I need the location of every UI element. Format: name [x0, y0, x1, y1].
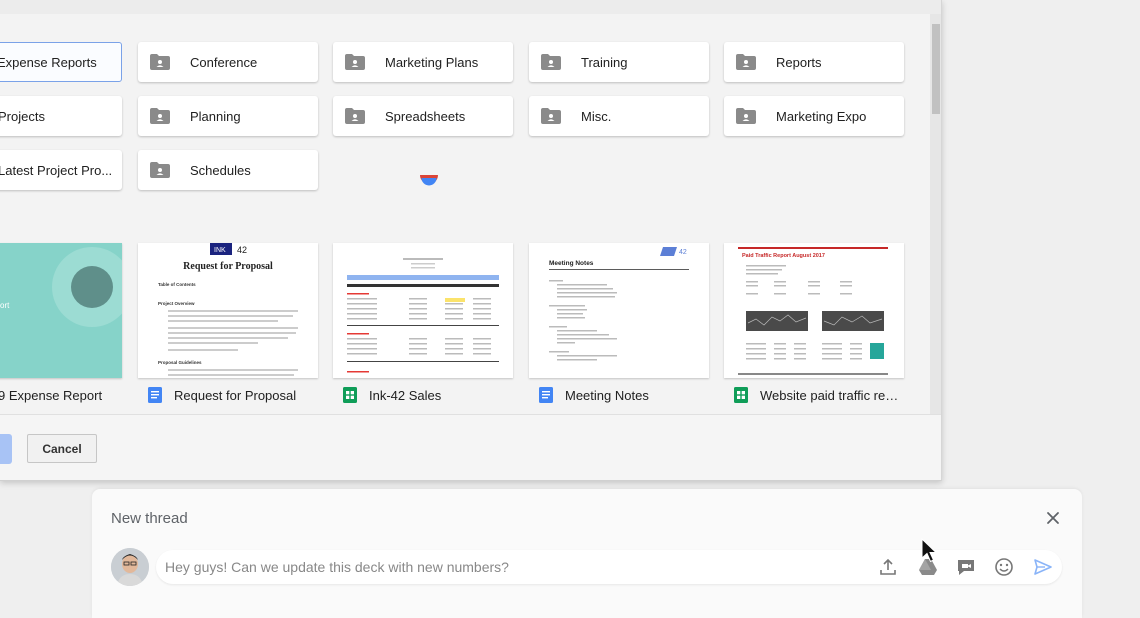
file-name: Website paid traffic rep... [760, 387, 900, 403]
file-thumbnail: ort [0, 243, 122, 378]
message-input[interactable]: Hey guys! Can we update this deck with n… [165, 559, 509, 575]
folder-misc[interactable]: Misc. [529, 96, 709, 136]
svg-text:Paid Traffic Report August 201: Paid Traffic Report August 2017 [742, 253, 825, 259]
slides-preview: ort [0, 243, 122, 378]
file-card-request-for-proposal[interactable]: INK 42 Request for Proposal Table of Con… [138, 243, 318, 412]
file-grid: Expense Reports Conference Marketing Pla… [0, 0, 930, 414]
folder-label: Planning [190, 108, 241, 124]
folder-label: Projects [0, 108, 45, 124]
file-picker-dialog: Expense Reports Conference Marketing Pla… [0, 0, 942, 481]
loading-spinner-icon [420, 175, 438, 186]
folder-shared-icon [736, 54, 756, 70]
cancel-button[interactable]: Cancel [27, 434, 97, 463]
file-name: 9 Expense Report [0, 387, 103, 403]
file-card-website-paid-traffic[interactable]: Paid Traffic Report August 2017 Website … [724, 243, 904, 412]
slides-preview-text: ort [0, 301, 10, 310]
mouse-cursor-icon [921, 538, 937, 563]
folder-shared-icon [345, 54, 365, 70]
svg-text:42: 42 [237, 245, 247, 255]
doc-preview: INK 42 Request for Proposal Table of Con… [158, 243, 298, 376]
file-card-ink42-sales[interactable]: Ink-42 Sales [333, 243, 513, 412]
dialog-footer: Cancel [0, 414, 941, 480]
file-name-row: Ink-42 Sales [333, 378, 513, 412]
folder-shared-icon [736, 108, 756, 124]
docs-icon [539, 387, 553, 403]
folder-projects[interactable]: Projects [0, 96, 122, 136]
close-icon[interactable] [1046, 511, 1060, 525]
folder-label: Misc. [581, 108, 612, 124]
file-thumbnail [333, 243, 513, 378]
vertical-scrollbar[interactable] [930, 14, 941, 414]
file-name-row: 9 Expense Report [0, 378, 122, 412]
folder-label: Latest Project Pro... [0, 162, 113, 178]
file-thumbnail: 42 Meeting Notes [529, 243, 709, 378]
svg-text:Table of Contents: Table of Contents [158, 282, 196, 287]
file-name: Meeting Notes [565, 387, 649, 403]
sheets-icon [343, 387, 357, 403]
svg-text:42: 42 [679, 249, 687, 256]
file-card-meeting-notes[interactable]: 42 Meeting Notes Meeting Notes [529, 243, 709, 412]
emoji-icon[interactable] [994, 557, 1014, 577]
sheet-preview: Paid Traffic Report August 2017 [738, 247, 888, 375]
folder-shared-icon [541, 108, 561, 124]
send-icon[interactable] [1033, 557, 1053, 577]
file-thumbnail: INK 42 Request for Proposal Table of Con… [138, 243, 318, 378]
svg-text:INK: INK [214, 247, 226, 254]
folder-label: Training [581, 54, 628, 70]
folder-label: Conference [190, 54, 258, 70]
upload-icon[interactable] [878, 557, 898, 577]
docs-icon [148, 387, 162, 403]
folder-label: Reports [776, 54, 822, 70]
folder-shared-icon [541, 54, 561, 70]
file-name: Ink-42 Sales [369, 387, 442, 403]
folder-spreadsheets[interactable]: Spreadsheets [333, 96, 513, 136]
folder-reports[interactable]: Reports [724, 42, 904, 82]
avatar [111, 548, 149, 586]
folder-shared-icon [150, 162, 170, 178]
file-name: Request for Proposal [174, 387, 297, 403]
folder-training[interactable]: Training [529, 42, 709, 82]
folder-label: Marketing Expo [776, 108, 867, 124]
folder-label: Schedules [190, 162, 251, 178]
folder-conference[interactable]: Conference [138, 42, 318, 82]
folder-shared-icon [150, 54, 170, 70]
sheets-icon [734, 387, 748, 403]
thread-title: New thread [111, 510, 188, 527]
file-card-expense-report[interactable]: ort 9 Expense Report [0, 243, 122, 412]
svg-text:Proposal Guidelines: Proposal Guidelines [158, 360, 202, 365]
folder-label: Spreadsheets [385, 108, 466, 124]
video-meet-icon[interactable] [956, 557, 976, 577]
file-name-row: Request for Proposal [138, 378, 318, 412]
folder-label: Marketing Plans [385, 54, 479, 70]
folder-label: Expense Reports [0, 54, 97, 70]
folder-marketing-expo[interactable]: Marketing Expo [724, 96, 904, 136]
folder-marketing-plans[interactable]: Marketing Plans [333, 42, 513, 82]
file-name-row: Website paid traffic rep... [724, 378, 904, 412]
folder-latest-project[interactable]: Latest Project Pro... [0, 150, 122, 190]
folder-planning[interactable]: Planning [138, 96, 318, 136]
svg-text:Meeting Notes: Meeting Notes [549, 260, 594, 267]
sheet-preview [347, 258, 499, 373]
folder-expense-reports[interactable]: Expense Reports [0, 42, 122, 82]
folder-schedules[interactable]: Schedules [138, 150, 318, 190]
doc-preview: 42 Meeting Notes [549, 247, 689, 361]
svg-text:Project Overview: Project Overview [158, 301, 195, 306]
scrollbar-thumb[interactable] [932, 24, 940, 114]
svg-text:Request for Proposal: Request for Proposal [183, 261, 273, 272]
select-button[interactable] [0, 434, 12, 464]
folder-shared-icon [150, 108, 170, 124]
file-name-row: Meeting Notes [529, 378, 709, 412]
folder-shared-icon [345, 108, 365, 124]
file-thumbnail: Paid Traffic Report August 2017 [724, 243, 904, 378]
